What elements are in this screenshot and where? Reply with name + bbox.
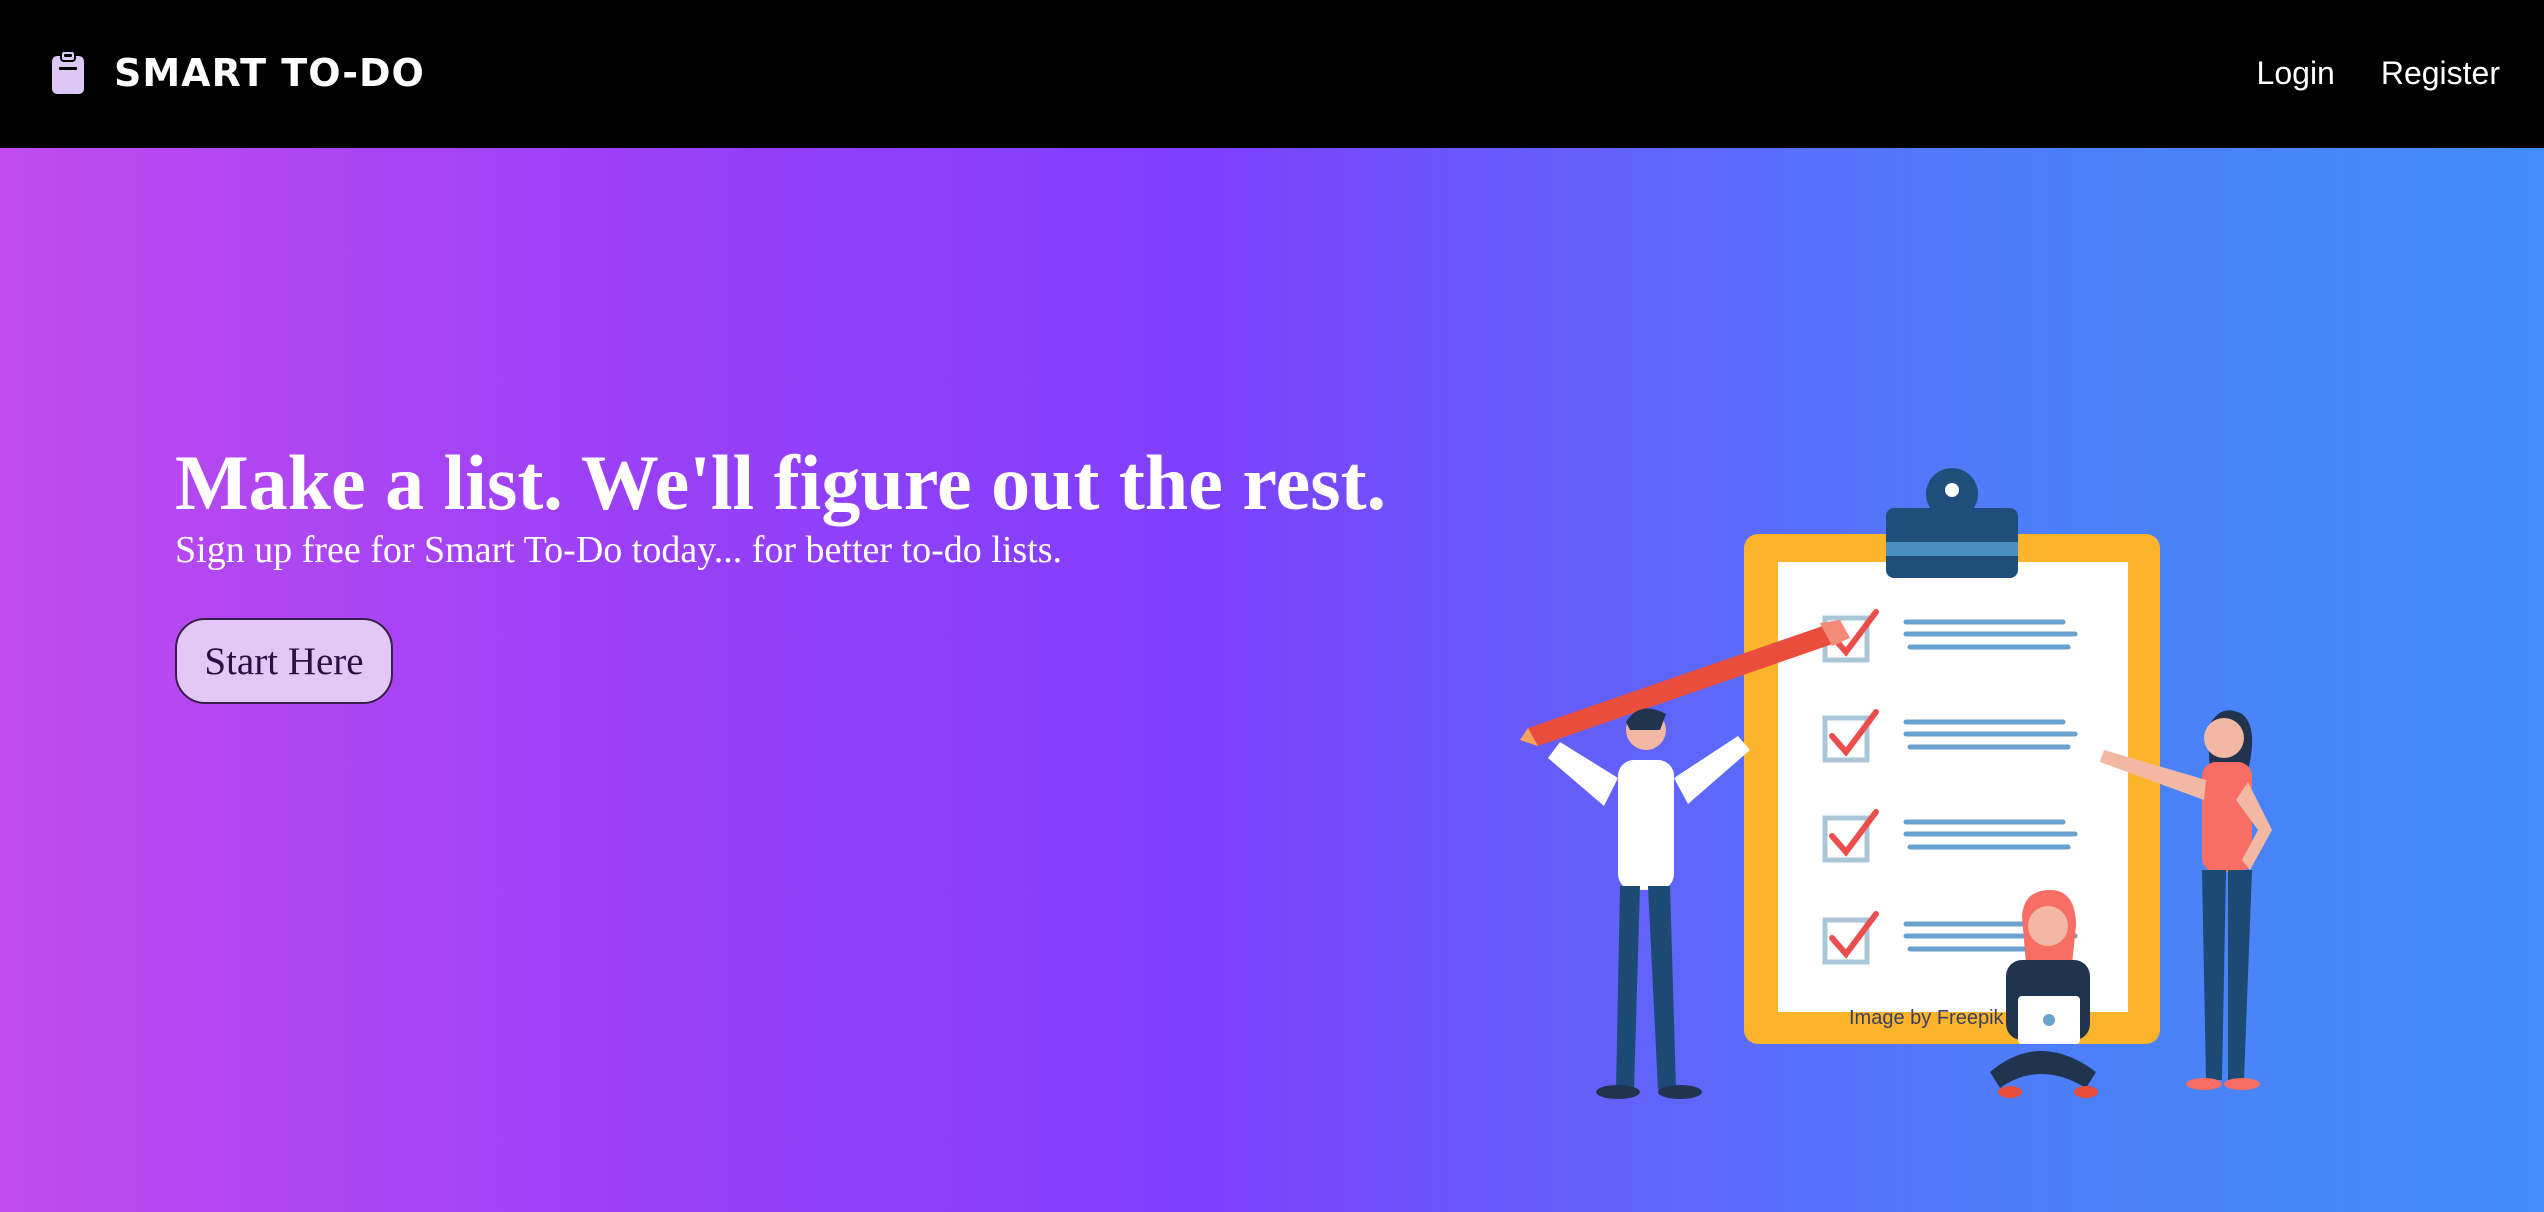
nav-links: Login Register xyxy=(2257,48,2500,98)
image-credit: Image by Freepik xyxy=(1849,1007,2004,1029)
navbar: SMART TO-DO Login Register xyxy=(0,0,2544,148)
brand[interactable]: SMART TO-DO xyxy=(50,48,425,98)
register-link[interactable]: Register xyxy=(2381,48,2500,98)
login-link[interactable]: Login xyxy=(2257,48,2335,98)
hero-headline: Make a list. We'll figure out the rest. xyxy=(175,439,1387,526)
start-here-button[interactable]: Start Here xyxy=(175,618,393,704)
brand-title: SMART TO-DO xyxy=(114,51,425,95)
hero-subheading: Sign up free for Smart To-Do today... fo… xyxy=(175,529,1063,571)
clipboard-icon xyxy=(50,50,86,96)
hero-section: Make a list. We'll figure out the rest. … xyxy=(0,148,2544,1212)
